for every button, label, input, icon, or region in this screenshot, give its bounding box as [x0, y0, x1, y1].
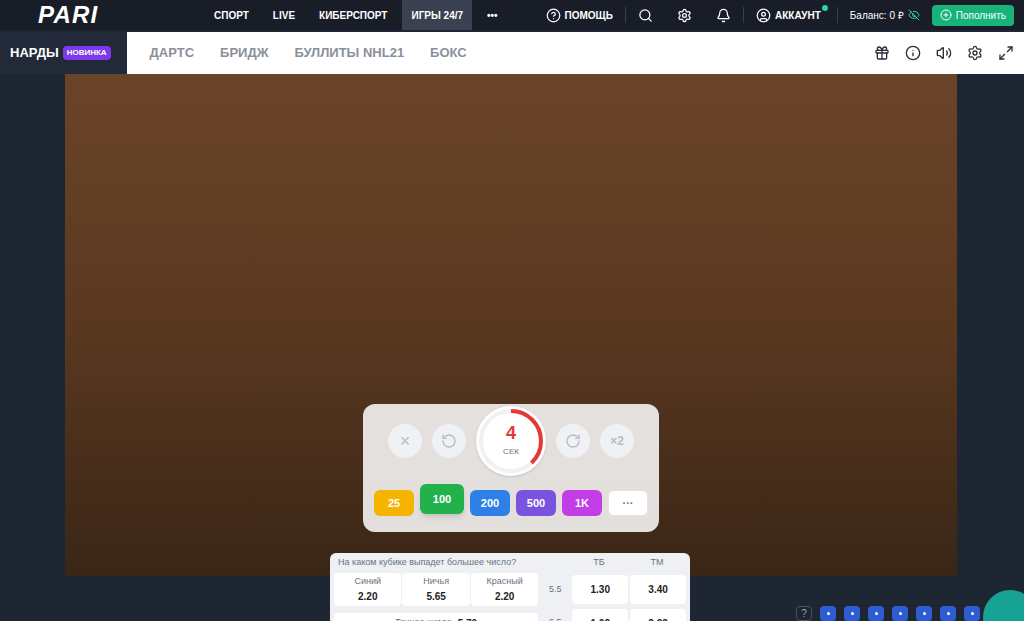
die-result — [868, 606, 884, 621]
game-tools — [874, 32, 1024, 74]
gift-icon[interactable] — [874, 45, 890, 61]
top-nav: PARIСПОРТLIVEКИБЕРСПОРТИГРЫ 24/7••• ПОМОЩ… — [0, 0, 1024, 30]
market-question: На каком кубике выпадет большее число? — [334, 556, 570, 570]
game-tab[interactable]: БОКС — [417, 32, 480, 74]
total-line: 5.5 — [540, 583, 570, 597]
game-tab[interactable]: НАРДЫНОВИНКА — [0, 32, 127, 74]
die-result — [820, 606, 836, 621]
game-tab[interactable]: БРИДЖ — [207, 32, 281, 74]
search-icon[interactable] — [638, 8, 653, 23]
timer-value: 4 — [506, 424, 516, 442]
round-timer: 4 СЕК — [476, 406, 546, 476]
double-button[interactable]: ×2 — [600, 424, 634, 458]
chip-row: 251002005001K··· — [374, 488, 648, 518]
help-button[interactable]: ПОМОЩЬ — [534, 8, 625, 23]
nav-item[interactable]: ИГРЫ 24/7 — [402, 0, 472, 30]
gear-icon[interactable] — [677, 8, 692, 23]
plus-icon — [940, 9, 952, 21]
market-row: Точное число5.706.51.622.22 — [334, 609, 686, 621]
logo[interactable]: PARI — [0, 0, 205, 30]
over-cell[interactable]: 1.30 — [572, 575, 628, 604]
chip[interactable]: 200 — [470, 490, 510, 516]
chip[interactable]: 500 — [516, 490, 556, 516]
die-result — [940, 606, 956, 621]
more-chips-button[interactable]: ··· — [608, 490, 648, 516]
timer-unit: СЕК — [503, 446, 519, 458]
help-icon — [546, 8, 561, 23]
game-tab[interactable]: БУЛЛИТЫ NHL21 — [281, 32, 417, 74]
undo-button[interactable] — [432, 424, 466, 458]
nav-item[interactable]: КИБЕРСПОРТ — [310, 0, 396, 30]
die-result — [892, 606, 908, 621]
chip[interactable]: 1K — [562, 490, 602, 516]
chat-button[interactable] — [983, 590, 1024, 621]
stage: × 4 СЕК ×2 251002005001K··· — [0, 74, 1024, 576]
exact-cell[interactable]: Точное число5.70 — [334, 613, 538, 621]
eye-off-icon[interactable] — [908, 9, 920, 21]
video-stream: × 4 СЕК ×2 251002005001K··· — [65, 74, 957, 576]
balance: Баланс: 0 ₽ — [838, 8, 932, 23]
die-result — [844, 606, 860, 621]
nav-item[interactable]: ••• — [478, 0, 507, 30]
online-dot — [822, 5, 828, 11]
new-badge: НОВИНКА — [63, 46, 111, 60]
dice-history: ? — [796, 606, 1004, 621]
chip[interactable]: 25 — [374, 490, 414, 516]
account-button[interactable]: АККАУНТ — [744, 8, 837, 23]
die-result — [964, 606, 980, 621]
game-tabs: НАРДЫНОВИНКАДАРТСБРИДЖБУЛЛИТЫ NHL21БОКС — [0, 32, 1024, 74]
gear-icon[interactable] — [967, 45, 983, 61]
column-header: ТМ — [628, 556, 686, 570]
market-panel: На каком кубике выпадет большее число?ТБ… — [330, 553, 690, 621]
deposit-button[interactable]: Пополнить — [932, 5, 1014, 26]
page: PARIСПОРТLIVEКИБЕРСПОРТИГРЫ 24/7••• ПОМОЩ… — [0, 0, 1024, 621]
market-row: Синий2.20Ничья5.65Красный2.205.51.303.40 — [334, 573, 686, 606]
unknown-result: ? — [796, 606, 812, 621]
nav-item[interactable]: СПОРТ — [205, 0, 258, 30]
bet-controls: × 4 СЕК ×2 251002005001K··· — [363, 404, 659, 532]
outcome-cell[interactable]: Синий2.20 — [334, 573, 401, 606]
outcome-cell[interactable]: Красный2.20 — [471, 573, 538, 606]
bell-icon[interactable] — [716, 8, 731, 23]
header-actions: ПОМОЩЬ АККАУНТБаланс: 0 ₽Пополнить — [534, 0, 1024, 30]
over-cell[interactable]: 1.62 — [572, 609, 628, 621]
chip[interactable]: 100 — [420, 484, 464, 514]
user-icon — [756, 8, 771, 23]
under-cell[interactable]: 3.40 — [630, 575, 686, 604]
die-result — [916, 606, 932, 621]
outcome-cell[interactable]: Ничья5.65 — [402, 573, 469, 606]
under-cell[interactable]: 2.22 — [630, 609, 686, 621]
redo-button[interactable] — [556, 424, 590, 458]
clear-button[interactable]: × — [388, 424, 422, 458]
expand-icon[interactable] — [998, 45, 1014, 61]
game-tab[interactable]: ДАРТС — [137, 32, 207, 74]
redo-icon — [565, 433, 581, 449]
total-line: 6.5 — [540, 616, 570, 621]
nav-item[interactable]: LIVE — [264, 0, 304, 30]
main-menu: СПОРТLIVEКИБЕРСПОРТИГРЫ 24/7••• — [205, 0, 507, 30]
undo-icon — [441, 433, 457, 449]
speaker-icon[interactable] — [936, 45, 952, 61]
column-header: ТБ — [570, 556, 628, 570]
info-icon[interactable] — [905, 45, 921, 61]
